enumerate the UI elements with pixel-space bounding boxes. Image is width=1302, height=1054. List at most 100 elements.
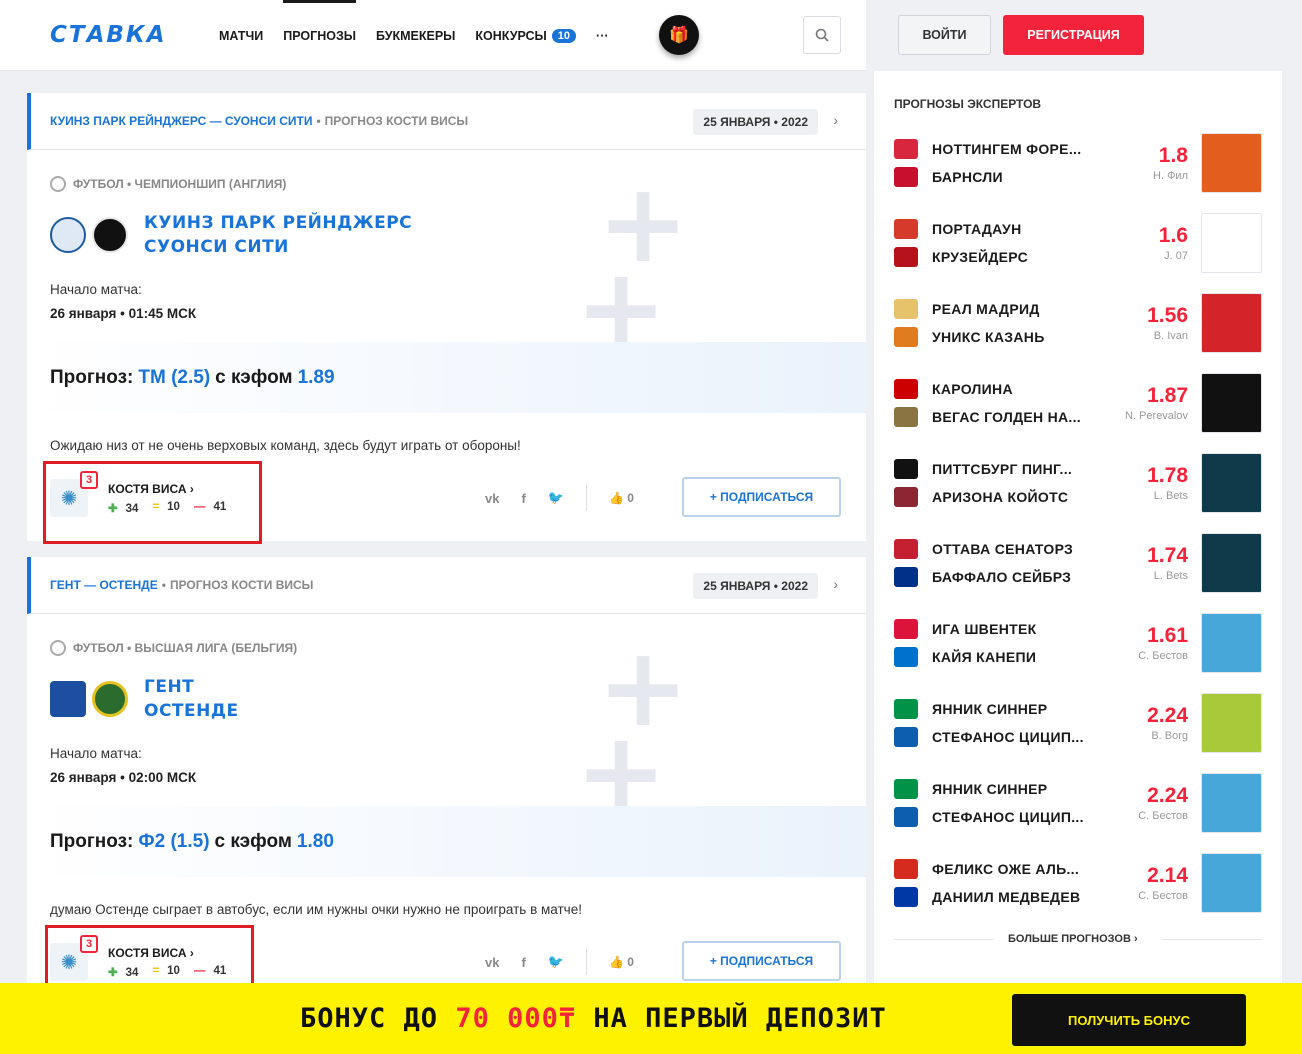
- like-button[interactable]: 👍 0: [609, 491, 634, 505]
- match-link[interactable]: КУИНЗ ПАРК РЕЙНДЖЕРС — СУОНСИ СИТИ: [50, 114, 312, 128]
- header-separator: •: [316, 114, 321, 128]
- divider: [586, 949, 587, 975]
- expert-forecast-item[interactable]: РЕАЛ МАДРИД УНИКС КАЗАНЬ 1.56 B. Ivan: [874, 286, 1282, 366]
- forecast-comment: думаю Остенде сыграет в автобус, если им…: [50, 902, 582, 917]
- team-home: КАРОЛИНА: [932, 381, 1013, 397]
- start-time: 26 января • 02:00 МСК: [50, 770, 197, 785]
- gift-icon[interactable]: 🎁: [659, 15, 699, 55]
- nav-forecasts[interactable]: ПРОГНОЗЫ: [283, 0, 356, 71]
- chevron-right-icon[interactable]: ›: [833, 112, 838, 128]
- team-home: ПИТТСБУРГ ПИНГ...: [932, 461, 1073, 477]
- forecast-author-link[interactable]: ПРОГНОЗ КОСТИ ВИСЫ: [170, 578, 313, 592]
- twitter-icon[interactable]: 🐦: [548, 954, 564, 970]
- expert-name: С. Бестов: [1138, 810, 1188, 822]
- forecast-odds: 1.8: [1158, 144, 1188, 167]
- start-time: 26 января • 01:45 МСК: [50, 306, 197, 321]
- facebook-icon[interactable]: f: [521, 491, 525, 506]
- login-button[interactable]: ВОЙТИ: [898, 15, 991, 55]
- experts-sidebar: ПРОГНОЗЫ ЭКСПЕРТОВ НОТТИНГЕМ ФОРЕ... БАР…: [874, 71, 1282, 1054]
- more-forecasts-link[interactable]: БОЛЬШЕ ПРОГНОЗОВ ›: [1008, 933, 1138, 945]
- search-button[interactable]: [803, 16, 841, 54]
- team-names[interactable]: КУИНЗ ПАРК РЕЙНДЖЕРС СУОНСИ СИТИ: [144, 211, 412, 259]
- team-home-icon: [894, 219, 918, 239]
- odds-label: с кэфом: [215, 366, 293, 388]
- team-away: СТЕФАНОС ЦИЦИП...: [932, 809, 1084, 825]
- expert-avatar: [1201, 293, 1262, 353]
- team-logos: [50, 681, 128, 717]
- main-nav: МАТЧИ ПРОГНОЗЫ БУКМЕКЕРЫ КОНКУРСЫ 10 ···: [219, 0, 629, 71]
- team-away: АРИЗОНА КОЙОТС: [932, 489, 1069, 505]
- nav-contests[interactable]: КОНКУРСЫ 10: [475, 0, 577, 71]
- expert-forecast-item[interactable]: ПОРТАДАУН КРУЗЕЙДЕРС 1.6 J. 07: [874, 206, 1282, 286]
- team-home-icon: [894, 859, 918, 879]
- team-home: ЯННИК СИННЕР: [932, 781, 1048, 797]
- team-away: ОСТЕНДЕ: [144, 701, 239, 721]
- top-header: СТАВКА МАТЧИ ПРОГНОЗЫ БУКМЕКЕРЫ КОНКУРСЫ…: [0, 0, 866, 71]
- nav-bookmakers[interactable]: БУКМЕКЕРЫ: [376, 0, 455, 71]
- team-home: ИГА ШВЕНТЕК: [932, 621, 1037, 637]
- get-bonus-button[interactable]: ПОЛУЧИТЬ БОНУС: [1012, 994, 1246, 1046]
- team-away: КРУЗЕЙДЕРС: [932, 249, 1028, 265]
- expert-avatar: [1201, 453, 1262, 513]
- subscribe-button[interactable]: + ПОДПИСАТЬСЯ: [682, 477, 841, 517]
- chevron-right-icon[interactable]: ›: [833, 576, 838, 592]
- bet-type: Ф2 (1.5): [138, 830, 210, 852]
- expert-avatar: [1201, 613, 1262, 673]
- forecast-odds: 2.24: [1147, 784, 1188, 807]
- expert-name: B. Ivan: [1153, 330, 1188, 342]
- expert-name: J. 07: [1164, 250, 1188, 262]
- team-away-icon: [894, 727, 918, 747]
- league-label: ФУТБОЛ • ЧЕМПИОНШИП (АНГЛИЯ): [73, 177, 287, 191]
- vk-icon[interactable]: vk: [485, 491, 499, 506]
- subscribe-button[interactable]: + ПОДПИСАТЬСЯ: [682, 941, 841, 981]
- team-home: КУИНЗ ПАРК РЕЙНДЖЕРС: [144, 213, 413, 233]
- expert-forecast-item[interactable]: ЯННИК СИННЕР СТЕФАНОС ЦИЦИП... 2.24 B. B…: [874, 686, 1282, 766]
- expert-forecast-item[interactable]: КАРОЛИНА ВЕГАС ГОЛДЕН НА... 1.87 N. Pere…: [874, 366, 1282, 446]
- forecast-author-link[interactable]: ПРОГНОЗ КОСТИ ВИСЫ: [325, 114, 468, 128]
- team-home: РЕАЛ МАДРИД: [932, 301, 1040, 317]
- expert-forecast-item[interactable]: ИГА ШВЕНТЕК КАЙЯ КАНЕПИ 1.61 С. Бестов: [874, 606, 1282, 686]
- expert-name: Н. Фил: [1153, 170, 1188, 182]
- team-home: ПОРТАДАУН: [932, 221, 1022, 237]
- like-button[interactable]: 👍 0: [609, 955, 634, 969]
- team-home-icon: [894, 539, 918, 559]
- facebook-icon[interactable]: f: [521, 955, 525, 970]
- team-home: ФЕЛИКС ОЖЕ АЛЬ...: [932, 861, 1080, 877]
- team-away: ВЕГАС ГОЛДЕН НА...: [932, 409, 1081, 425]
- contests-count-badge: 10: [551, 28, 577, 43]
- nav-matches[interactable]: МАТЧИ: [219, 0, 263, 71]
- nav-more-button[interactable]: ···: [596, 0, 609, 71]
- team-away-icon: [894, 887, 918, 907]
- site-logo[interactable]: СТАВКА: [50, 22, 167, 48]
- expert-name: L. Bets: [1153, 490, 1188, 502]
- nav-contests-label: КОНКУРСЫ: [475, 28, 547, 43]
- team-home-icon: [894, 379, 918, 399]
- vk-icon[interactable]: vk: [485, 955, 499, 970]
- twitter-icon[interactable]: 🐦: [548, 490, 564, 506]
- match-link[interactable]: ГЕНТ — ОСТЕНДЕ: [50, 578, 158, 592]
- expert-forecast-item[interactable]: ФЕЛИКС ОЖЕ АЛЬ... ДАНИИЛ МЕДВЕДЕВ 2.14 С…: [874, 846, 1282, 926]
- forecast-comment: Ожидаю низ от не очень верховых команд, …: [50, 438, 521, 453]
- oostende-logo-icon: [92, 681, 128, 717]
- expert-avatar: [1201, 373, 1262, 433]
- football-icon: [50, 640, 66, 656]
- expert-avatar: [1201, 133, 1262, 193]
- forecast-odds: 1.74: [1147, 544, 1188, 567]
- search-icon: [815, 28, 829, 42]
- expert-forecast-item[interactable]: ЯННИК СИННЕР СТЕФАНОС ЦИЦИП... 2.24 С. Б…: [874, 766, 1282, 846]
- highlight-box: [43, 461, 262, 544]
- forecast-card: КУИНЗ ПАРК РЕЙНДЖЕРС — СУОНСИ СИТИ • ПРО…: [27, 93, 866, 544]
- register-button[interactable]: РЕГИСТРАЦИЯ: [1003, 15, 1144, 55]
- team-away: СУОНСИ СИТИ: [144, 237, 289, 257]
- league-label: ФУТБОЛ • ВЫСШАЯ ЛИГА (БЕЛЬГИЯ): [73, 641, 298, 655]
- expert-forecast-item[interactable]: ПИТТСБУРГ ПИНГ... АРИЗОНА КОЙОТС 1.78 L.…: [874, 446, 1282, 526]
- team-away: КАЙЯ КАНЕПИ: [932, 649, 1037, 665]
- team-names[interactable]: ГЕНТ ОСТЕНДЕ: [144, 675, 239, 723]
- gent-logo-icon: [50, 681, 86, 717]
- team-home-icon: [894, 299, 918, 319]
- bonus-amount: 70 000₸: [455, 1003, 577, 1034]
- expert-avatar: [1201, 773, 1262, 833]
- expert-forecast-item[interactable]: НОТТИНГЕМ ФОРЕ... БАРНСЛИ 1.8 Н. Фил: [874, 126, 1282, 206]
- expert-forecast-item[interactable]: ОТТАВА СЕНАТОРЗ БАФФАЛО СЕЙБРЗ 1.74 L. B…: [874, 526, 1282, 606]
- team-away-icon: [894, 647, 918, 667]
